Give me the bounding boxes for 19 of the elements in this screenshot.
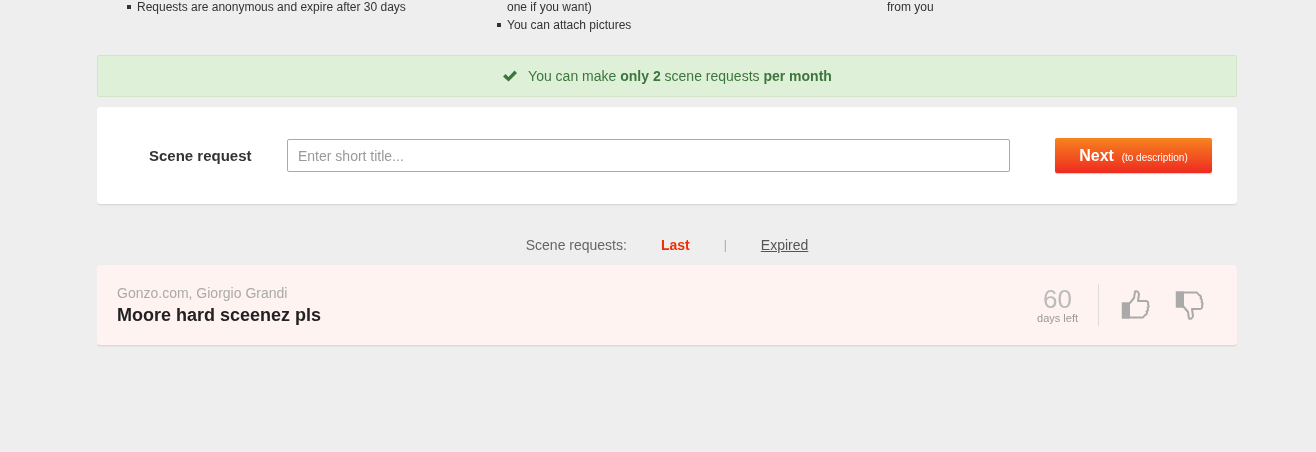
title-field[interactable]: Enter short title... (287, 139, 1010, 172)
info-text: from you (887, 0, 934, 14)
list-tab[interactable]: Last (660, 237, 690, 253)
info-text: one if you want) (507, 0, 592, 14)
thumbs-down-icon[interactable] (1175, 289, 1205, 321)
tabs-label: Scene requests: (525, 237, 627, 253)
notice-text: You can make only 2 scene requests per month (528, 68, 832, 84)
request-source: Gonzo.com, Giorgio Grandi (117, 284, 289, 301)
thumbs-up-icon[interactable] (1121, 289, 1151, 321)
days-label: days left (1037, 312, 1078, 324)
info-text: You can attach pictures (507, 18, 632, 32)
field-label: Scene request (149, 147, 253, 164)
next-button[interactable]: Next (to description) (1055, 138, 1212, 173)
request-title: Moore hard sceenez pls (117, 304, 323, 326)
list-tab[interactable]: Expired (760, 237, 809, 253)
info-text: Requests are anonymous and expire after 30 days (137, 0, 406, 14)
tab-separator: | (723, 238, 727, 252)
check-icon (502, 69, 519, 83)
days-count: 60 (1043, 286, 1072, 312)
